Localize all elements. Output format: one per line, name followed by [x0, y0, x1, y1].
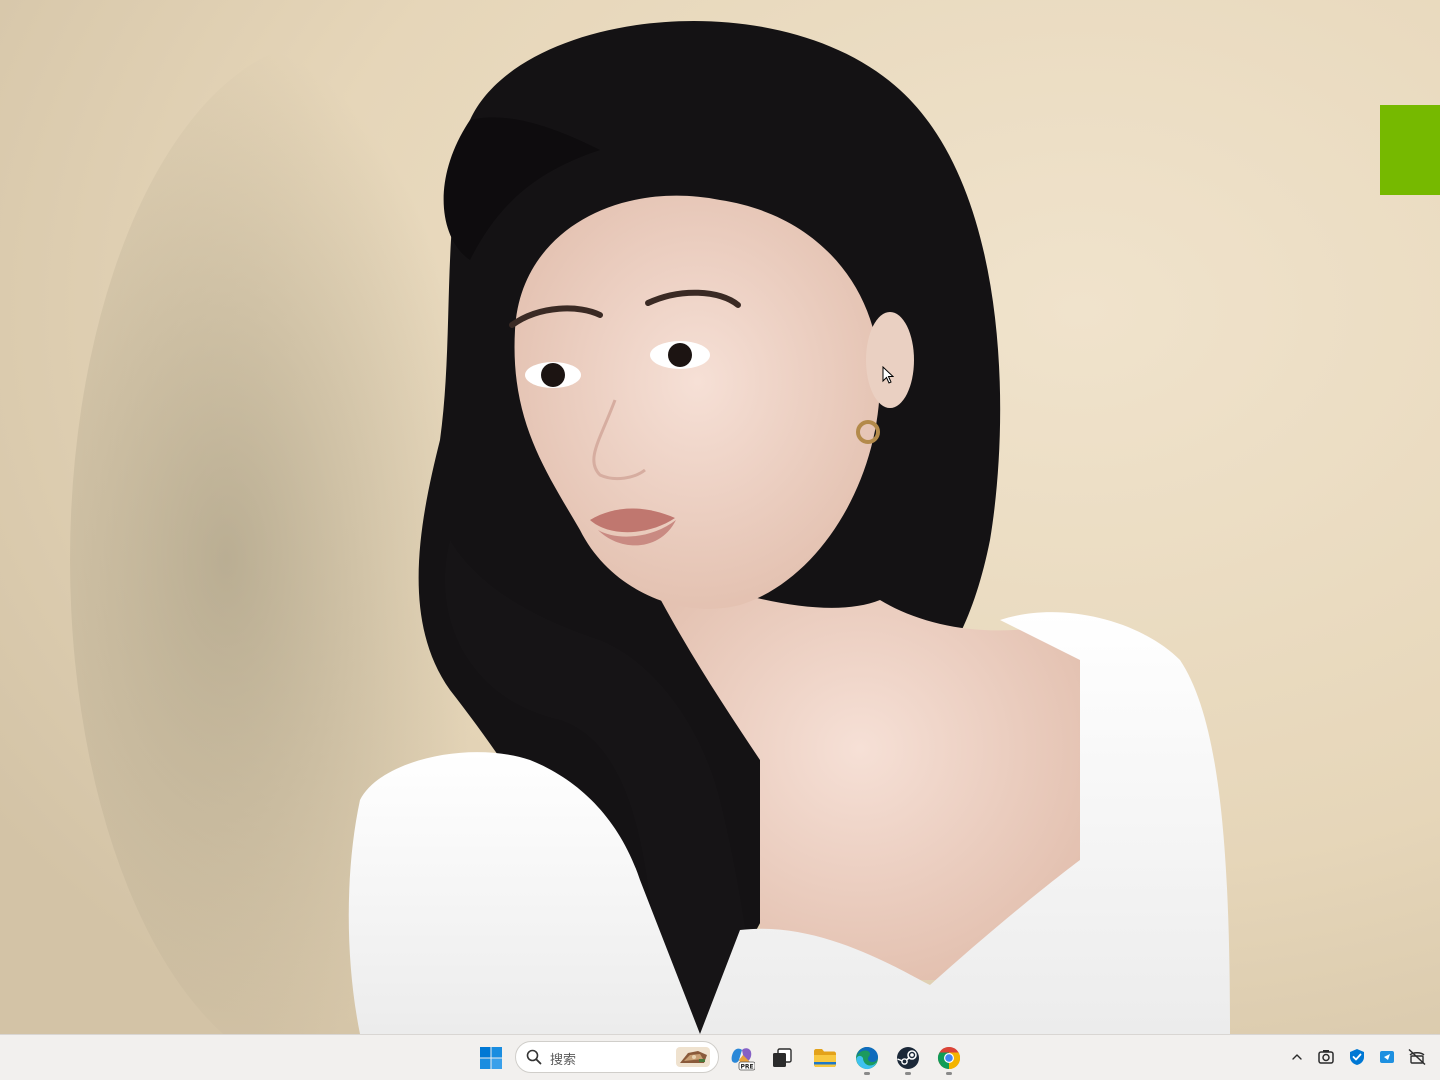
tray-app[interactable] [1377, 1047, 1397, 1067]
steam-icon [897, 1047, 919, 1069]
windows-security-icon [1350, 1049, 1364, 1065]
edge-icon [856, 1047, 878, 1070]
edge-running-indicator [864, 1072, 870, 1075]
network-offline-icon [1408, 1048, 1426, 1066]
task-view-button[interactable] [764, 1040, 800, 1076]
search-placeholder: 搜索 [550, 1053, 577, 1068]
search-icon [526, 1049, 542, 1065]
svg-text:PRE: PRE [740, 1064, 753, 1071]
chrome-icon [938, 1047, 960, 1069]
steam-button[interactable] [890, 1040, 926, 1076]
task-view-icon [773, 1048, 792, 1067]
copilot-button[interactable]: PRE [724, 1040, 760, 1076]
tray-camera-app[interactable] [1316, 1047, 1336, 1067]
start-button[interactable] [473, 1040, 509, 1076]
folder-icon [814, 1049, 836, 1067]
copilot-pre-icon: PRE [731, 1048, 755, 1071]
camera-app-icon [1318, 1050, 1334, 1064]
tray-app-icon [1380, 1051, 1394, 1063]
show-hidden-icons-button[interactable] [1287, 1047, 1307, 1067]
edge-button[interactable] [849, 1040, 885, 1076]
mouse-cursor-icon [882, 366, 894, 384]
tray-network[interactable] [1407, 1047, 1427, 1067]
tray-windows-security[interactable] [1347, 1047, 1367, 1067]
steam-running-indicator [905, 1072, 911, 1075]
search-highlight-icon[interactable] [674, 1045, 712, 1069]
chrome-button[interactable] [931, 1040, 967, 1076]
file-explorer-button[interactable] [807, 1040, 843, 1076]
wallpaper-image [0, 0, 1440, 1034]
taskbar: 搜索 PRE [0, 1034, 1440, 1080]
chrome-running-indicator [946, 1072, 952, 1075]
chevron-up-icon [1292, 1054, 1302, 1060]
green-desktop-widget[interactable] [1380, 105, 1440, 195]
taskbar-search-box[interactable]: 搜索 [515, 1041, 719, 1073]
windows-logo-icon [480, 1047, 502, 1069]
desktop [0, 0, 1440, 1034]
